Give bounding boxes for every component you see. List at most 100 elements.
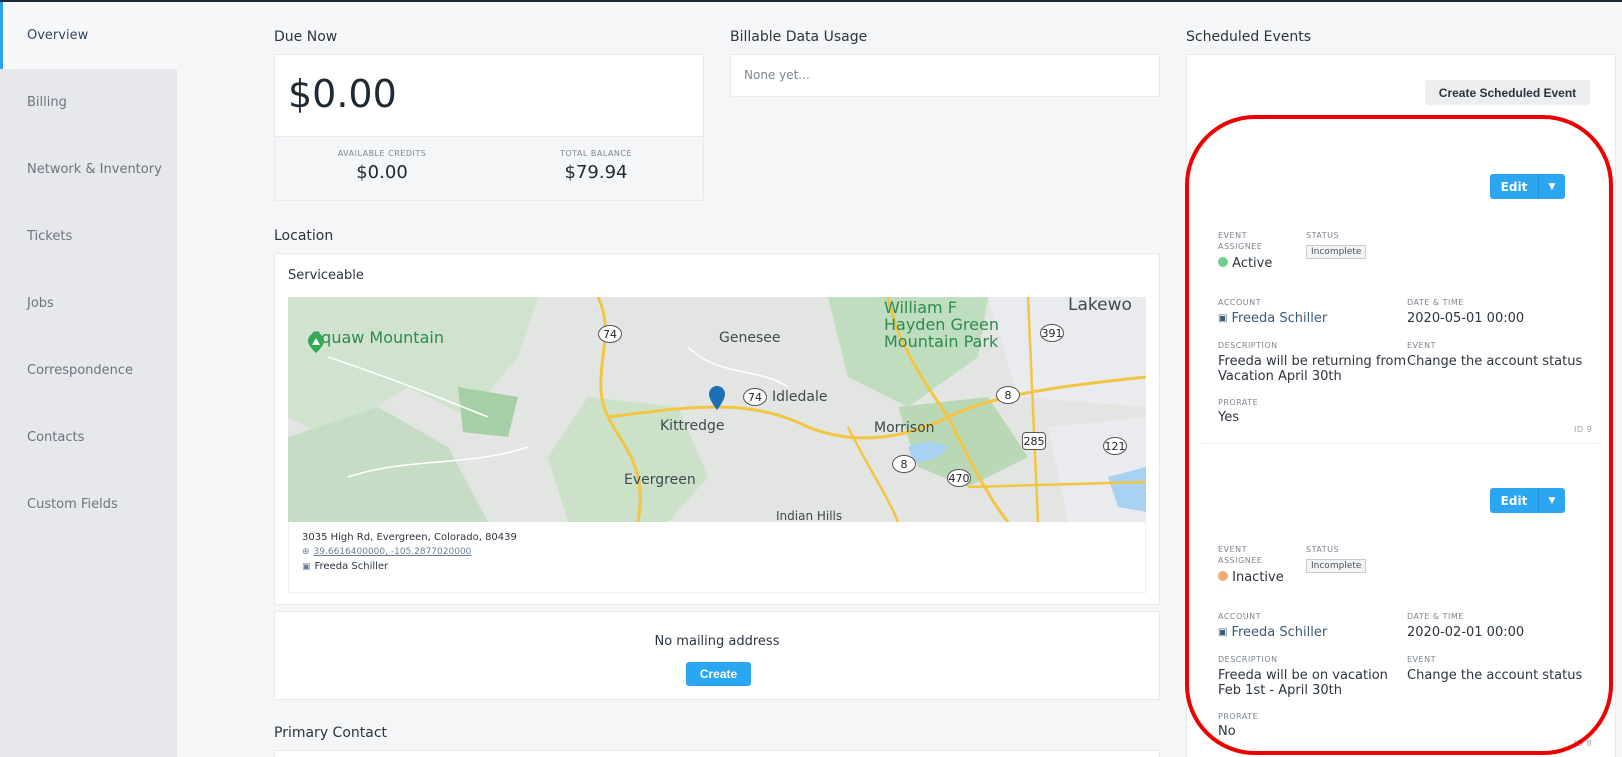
event-1-description-label: DESCRIPTION — [1218, 341, 1278, 350]
event-1-account-label: ACCOUNT — [1218, 298, 1262, 307]
route-285-shield: 285 — [1022, 432, 1046, 450]
sidebar-item-tickets[interactable]: Tickets — [0, 203, 177, 270]
event-2-event-label: EVENT — [1407, 655, 1436, 664]
map-label-kittredge: Kittredge — [660, 418, 725, 434]
route-470-shield: 470 — [947, 469, 971, 487]
no-mailing-text: No mailing address — [654, 634, 780, 649]
route-121-shield: 121 — [1103, 437, 1127, 455]
mailing-card: No mailing address Create — [274, 611, 1160, 700]
sidebar-item-billing[interactable]: Billing — [0, 69, 177, 136]
create-scheduled-event-button[interactable]: Create Scheduled Event — [1425, 80, 1590, 105]
available-credits-label: AVAILABLE CREDITS — [337, 149, 427, 158]
event-2-account-link[interactable]: ▣ Freeda Schiller — [1218, 625, 1327, 640]
event-2-datetime-label: DATE & TIME — [1407, 612, 1464, 621]
coords-line: ⊕ 39.6616400000, -105.2877020000 — [302, 547, 1132, 557]
event-2-prorate-label: PRORATE — [1218, 712, 1259, 721]
event-2-event: Change the account status — [1407, 668, 1583, 683]
sidebar-item-network-inventory[interactable]: Network & Inventory — [0, 136, 177, 203]
total-balance-value: $79.94 — [564, 162, 628, 183]
billable-placeholder: None yet... — [744, 68, 810, 82]
event-2-account-label: ACCOUNT — [1218, 612, 1262, 621]
address-line: 3035 High Rd, Evergreen, Colorado, 80439 — [302, 532, 1132, 543]
event-divider — [1200, 443, 1602, 444]
primary-contact-card — [274, 750, 1160, 757]
sidebar-item-custom-fields[interactable]: Custom Fields — [0, 471, 177, 538]
address-box: 3035 High Rd, Evergreen, Colorado, 80439… — [288, 522, 1146, 593]
location-card: Serviceable Squaw Mountain Genesee Willi… — [274, 253, 1160, 605]
map-label-genesee: Genesee — [719, 330, 781, 346]
route-74-shield-2: 74 — [743, 388, 767, 406]
serviceable-label: Serviceable — [288, 268, 364, 283]
event-2-edit-group: Edit ▼ — [1490, 488, 1565, 513]
event-1-status-badge: Incomplete — [1306, 245, 1367, 259]
event-1-caret-down-icon[interactable]: ▼ — [1539, 174, 1565, 199]
event-1-prorate-label: PRORATE — [1218, 398, 1259, 407]
event-2-status-badge: Incomplete — [1306, 559, 1367, 573]
sidebar-item-contacts[interactable]: Contacts — [0, 404, 177, 471]
event-1-assignee-label: EVENT ASSIGNEE — [1218, 231, 1263, 251]
event-2-edit-button[interactable]: Edit — [1490, 488, 1539, 513]
scheduled-events-title: Scheduled Events — [1186, 29, 1312, 45]
billable-title: Billable Data Usage — [730, 29, 868, 45]
primary-contact-title: Primary Contact — [274, 725, 388, 741]
map-label-indian-hills: Indian Hills — [776, 509, 843, 522]
create-mailing-button[interactable]: Create — [686, 662, 751, 686]
account-line: ▣ Freeda Schiller — [302, 561, 1132, 572]
event-1-event: Change the account status — [1407, 354, 1583, 369]
event-1-assignee: Active — [1218, 256, 1272, 271]
event-2-assignee: Inactive — [1218, 570, 1284, 585]
route-8-shield: 8 — [996, 386, 1020, 404]
event-2-prorate: No — [1218, 724, 1236, 739]
due-now-card: $0.00 AVAILABLE CREDITS $0.00 TOTAL BALA… — [274, 54, 704, 201]
account-icon: ▣ — [302, 561, 311, 572]
due-now-title: Due Now — [274, 29, 338, 45]
event-1-id: ID 9 — [1574, 425, 1593, 434]
available-credits: AVAILABLE CREDITS $0.00 — [275, 137, 489, 200]
map-label-idledale: Idledale — [772, 389, 828, 405]
event-2-caret-down-icon[interactable]: ▼ — [1539, 488, 1565, 513]
available-credits-value: $0.00 — [356, 162, 408, 183]
event-2-assignee-label: EVENT ASSIGNEE — [1218, 545, 1263, 565]
map-label-park: William F Hayden Green Mountain Park — [884, 298, 999, 351]
account-icon: ▣ — [1218, 627, 1228, 638]
event-2-status-label: STATUS — [1306, 545, 1340, 554]
map-label-squaw: Squaw Mountain — [311, 328, 444, 347]
event-1-edit-button[interactable]: Edit — [1490, 174, 1539, 199]
route-74-shield: 74 — [598, 325, 622, 343]
account-icon: ▣ — [1218, 313, 1228, 324]
sidebar: Overview Billing Network & Inventory Tic… — [0, 2, 177, 757]
event-1-edit-group: Edit ▼ — [1490, 174, 1565, 199]
sidebar-item-overview[interactable]: Overview — [0, 2, 177, 69]
account-name[interactable]: Freeda Schiller — [315, 561, 389, 572]
map-label-evergreen: Evergreen — [624, 472, 696, 488]
location-title: Location — [274, 228, 334, 244]
event-2-datetime: 2020-02-01 00:00 — [1407, 625, 1525, 640]
due-summary: AVAILABLE CREDITS $0.00 TOTAL BALANCE $7… — [275, 136, 703, 200]
address-text: 3035 High Rd, Evergreen, Colorado, 80439 — [302, 532, 517, 543]
event-2-description: Freeda will be on vacation Feb 1st - Apri… — [1218, 668, 1388, 698]
route-8-shield-2: 8 — [892, 455, 916, 473]
map[interactable]: Squaw Mountain Genesee William F Hayden … — [288, 297, 1146, 522]
total-balance-label: TOTAL BALANCE — [559, 149, 633, 158]
event-1-prorate: Yes — [1218, 410, 1239, 425]
event-1-datetime-label: DATE & TIME — [1407, 298, 1464, 307]
event-1-account-link[interactable]: ▣ Freeda Schiller — [1218, 311, 1327, 326]
coords-link[interactable]: 39.6616400000, -105.2877020000 — [314, 547, 472, 557]
event-2-id: ID 8 — [1574, 739, 1593, 748]
event-1-description: Freeda will be returning from Vacation Ap… — [1218, 354, 1407, 384]
event-2-description-label: DESCRIPTION — [1218, 655, 1278, 664]
event-1-status-label: STATUS — [1306, 231, 1340, 240]
due-amount: $0.00 — [288, 72, 397, 116]
sidebar-item-correspondence[interactable]: Correspondence — [0, 337, 177, 404]
route-391-shield: 391 — [1040, 324, 1064, 342]
inactive-dot-icon — [1218, 571, 1228, 581]
event-1-event-label: EVENT — [1407, 341, 1436, 350]
map-label-lakewood: Lakewo — [1068, 297, 1132, 315]
total-balance: TOTAL BALANCE $79.94 — [489, 137, 703, 200]
active-dot-icon — [1218, 257, 1228, 267]
location-pin-icon[interactable] — [709, 386, 725, 410]
globe-icon: ⊕ — [302, 547, 310, 557]
event-1-datetime: 2020-05-01 00:00 — [1407, 311, 1525, 326]
sidebar-item-jobs[interactable]: Jobs — [0, 270, 177, 337]
billable-card: None yet... — [730, 54, 1160, 97]
